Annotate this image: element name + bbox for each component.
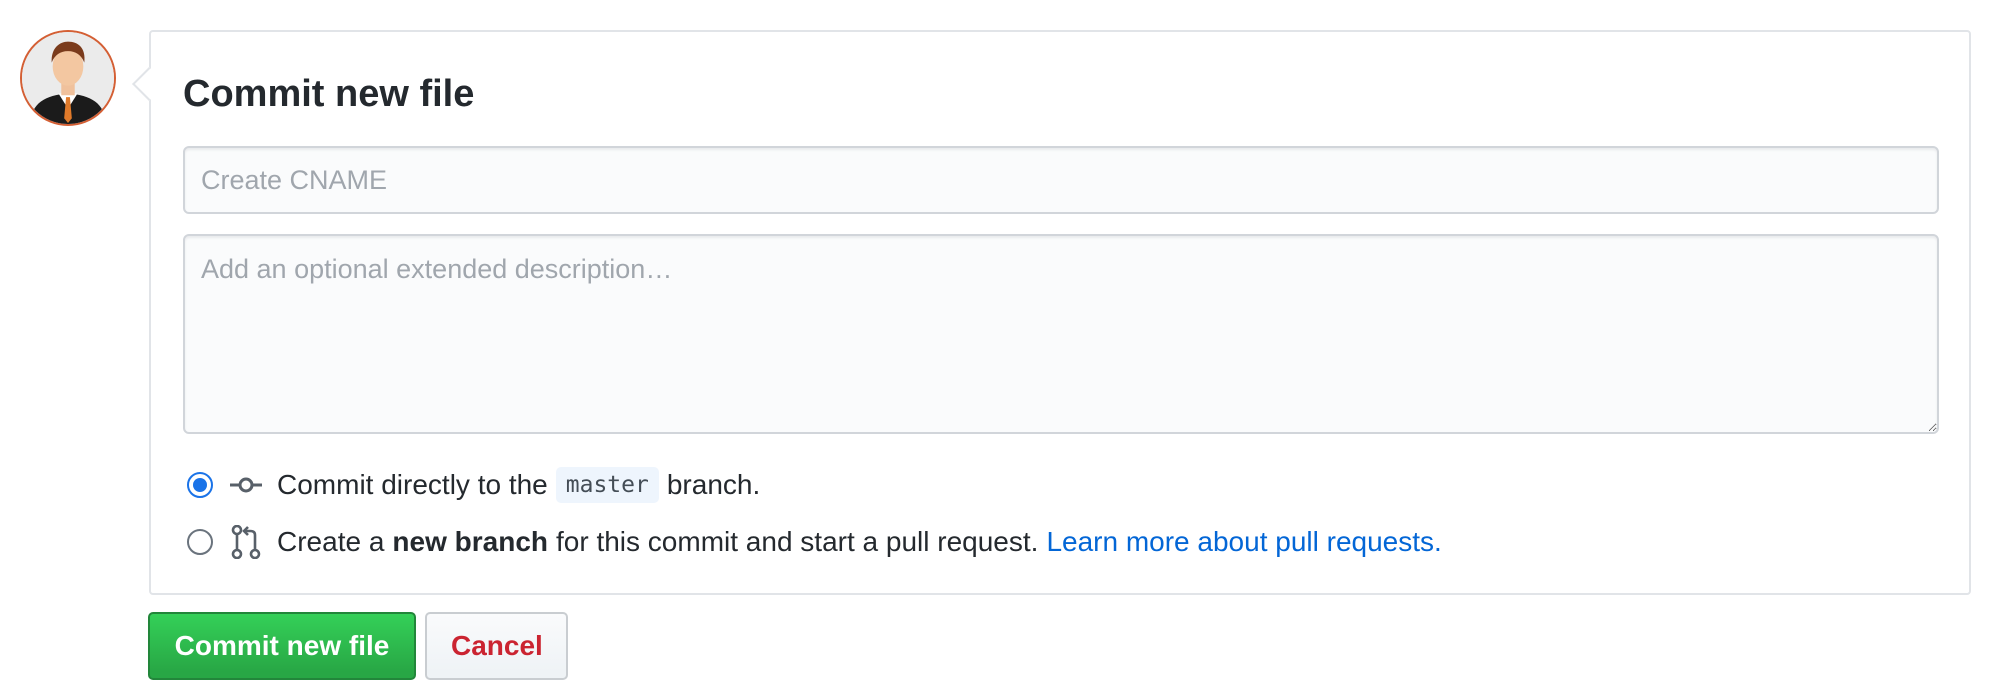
commit-new-file-button[interactable]: Commit new file: [148, 612, 416, 680]
git-commit-icon: [229, 468, 263, 502]
commit-description-textarea[interactable]: [183, 234, 1939, 434]
commit-directly-suffix: branch.: [666, 469, 761, 500]
user-avatar[interactable]: [20, 30, 116, 126]
new-branch-option[interactable]: Create a new branch for this commit and …: [187, 522, 1442, 562]
commit-summary-input[interactable]: [183, 146, 1939, 214]
page: Commit new file Commit directly to the m…: [0, 0, 1992, 696]
commit-directly-radio[interactable]: [187, 472, 213, 498]
new-branch-prefix: Create a: [277, 526, 385, 557]
new-branch-radio[interactable]: [187, 529, 213, 555]
commit-directly-option[interactable]: Commit directly to the master branch.: [187, 465, 760, 505]
git-pull-request-icon: [229, 525, 263, 559]
commit-title: Commit new file: [183, 73, 475, 115]
learn-more-pull-requests-link[interactable]: Learn more about pull requests.: [1046, 526, 1441, 558]
cancel-button[interactable]: Cancel: [425, 612, 568, 680]
speech-pointer: [132, 67, 166, 101]
new-branch-bold: new branch: [392, 526, 548, 557]
commit-form: Commit new file Commit directly to the m…: [132, 30, 1971, 595]
new-branch-suffix: for this commit and start a pull request…: [556, 526, 1039, 557]
branch-name: master: [555, 467, 659, 503]
user-avatar-icon: [22, 32, 114, 124]
commit-directly-text: Commit directly to the: [277, 469, 548, 500]
